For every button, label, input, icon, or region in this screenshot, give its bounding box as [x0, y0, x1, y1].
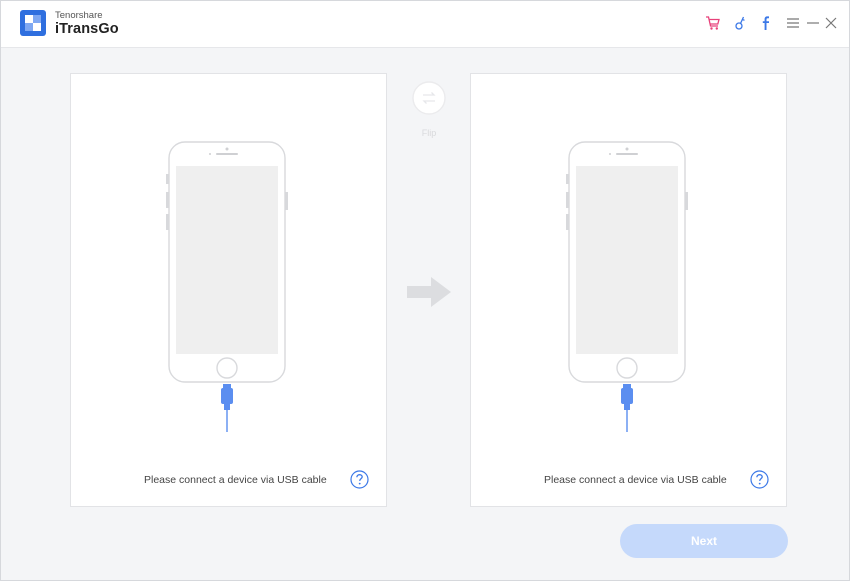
- source-device-panel: Please connect a device via USB cable: [70, 73, 387, 507]
- title-bar[interactable]: Tenorshare iTransGo: [1, 1, 849, 48]
- app-logo-icon: [20, 10, 46, 36]
- minimize-icon[interactable]: [804, 13, 822, 33]
- facebook-icon[interactable]: [756, 13, 774, 33]
- connect-device-message: Please connect a device via USB cable: [144, 474, 327, 486]
- flip-label: Flip: [421, 128, 437, 138]
- iphone-illustration-icon: [566, 141, 688, 432]
- app-title: iTransGo: [55, 21, 119, 37]
- target-device-panel: Please connect a device via USB cable: [470, 73, 787, 507]
- vendor-name: Tenorshare: [55, 10, 103, 21]
- close-icon[interactable]: [822, 13, 840, 33]
- help-icon[interactable]: [750, 470, 769, 489]
- app-window: Tenorshare iTransGo Please connect a dev…: [0, 0, 850, 581]
- connect-device-message: Please connect a device via USB cable: [544, 474, 727, 486]
- cart-icon[interactable]: [704, 13, 722, 33]
- flip-button[interactable]: Flip: [411, 81, 447, 138]
- transfer-arrow-icon: [407, 277, 451, 307]
- next-button[interactable]: Next: [620, 524, 788, 558]
- menu-icon[interactable]: [784, 13, 802, 33]
- key-icon[interactable]: [731, 13, 749, 33]
- help-icon[interactable]: [350, 470, 369, 489]
- iphone-illustration-icon: [166, 141, 288, 432]
- flip-icon: [412, 81, 446, 115]
